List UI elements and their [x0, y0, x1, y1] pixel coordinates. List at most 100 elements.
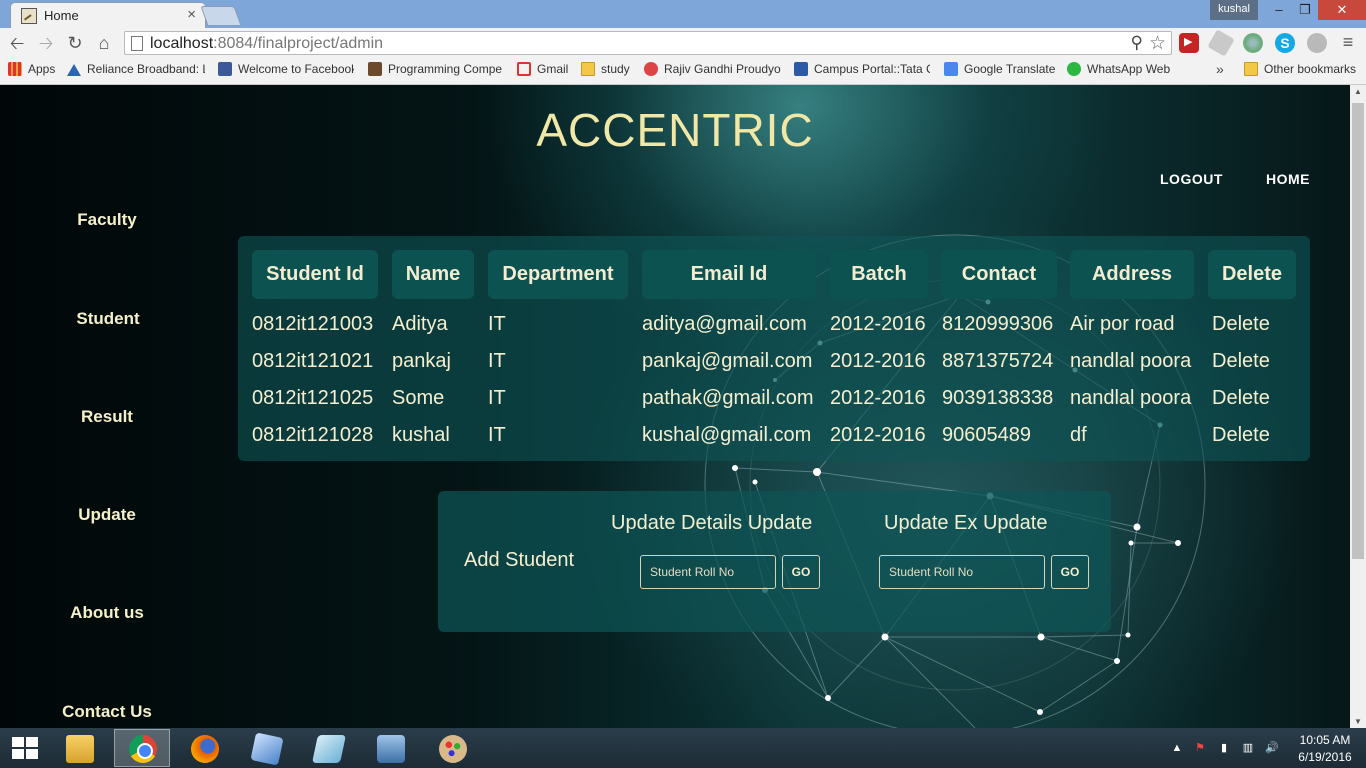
bookmark-other[interactable]: Other bookmarks: [1244, 62, 1362, 80]
cell-batch: 2012-2016: [830, 387, 926, 409]
browser-titlebar: Home × kushal – ❐ ✕: [0, 0, 1366, 28]
bookmark-campus-portal[interactable]: Campus Portal::Tata C: [794, 62, 930, 80]
back-icon[interactable]: 🡠: [6, 32, 28, 54]
page-icon: [131, 36, 143, 51]
page-scrollbar[interactable]: ▲ ▼: [1350, 85, 1366, 728]
cell-address: df: [1070, 424, 1087, 446]
delete-link[interactable]: Delete: [1212, 424, 1270, 447]
bookmark-reliance[interactable]: Reliance Broadband: L: [67, 62, 205, 80]
sidebar-item-update[interactable]: Update: [0, 505, 214, 525]
extension-red-icon[interactable]: [1179, 33, 1199, 53]
profile-badge[interactable]: kushal: [1210, 0, 1258, 20]
cell-email: pathak@gmail.com: [642, 387, 814, 409]
scroll-thumb[interactable]: [1352, 103, 1364, 559]
sidebar-item-faculty[interactable]: Faculty: [0, 210, 214, 230]
update-details-title: Update Details Update: [611, 512, 813, 534]
update-ex-roll-input[interactable]: [879, 555, 1045, 589]
cell-address: Air por road: [1070, 313, 1175, 335]
scroll-down-icon[interactable]: ▼: [1350, 717, 1366, 726]
address-bar[interactable]: localhost:8084/finalproject/admin ⚲ ☆: [124, 31, 1172, 55]
browser-tab[interactable]: Home ×: [10, 2, 206, 28]
cell-department: IT: [488, 313, 506, 335]
taskbar-file-explorer[interactable]: [51, 729, 107, 767]
bookmark-facebook[interactable]: Welcome to Facebook: [218, 62, 354, 80]
tray-network-icon[interactable]: ▥: [1241, 741, 1255, 755]
url-text[interactable]: localhost:8084/finalproject/admin: [150, 35, 383, 53]
bookmark-rgpv[interactable]: Rajiv Gandhi Proudyo: [644, 62, 782, 80]
tab-close-icon[interactable]: ×: [187, 6, 196, 23]
windows-start-icon[interactable]: [10, 736, 38, 760]
remote-desktop-icon: [377, 735, 405, 763]
add-student-link[interactable]: Add Student: [464, 549, 574, 572]
notes-icon: [312, 735, 346, 763]
bookmark-google-translate[interactable]: Google Translate: [944, 62, 1060, 80]
bookmark-whatsapp[interactable]: WhatsApp Web: [1067, 62, 1173, 80]
tray-power-icon[interactable]: ▮: [1217, 741, 1231, 755]
column-header-student-id: Student Id: [252, 250, 378, 299]
update-details-go-button[interactable]: GO: [782, 555, 820, 589]
taskbar-paint[interactable]: [424, 729, 480, 767]
column-header-name: Name: [392, 250, 474, 299]
cell-email: pankaj@gmail.com: [642, 350, 813, 372]
gmail-icon: [517, 62, 531, 76]
delete-link[interactable]: Delete: [1212, 313, 1270, 336]
cell-address: nandlal poora: [1070, 387, 1192, 409]
tray-volume-icon[interactable]: 🔊: [1265, 741, 1279, 755]
delete-link[interactable]: Delete: [1212, 387, 1270, 410]
home-icon[interactable]: ⌂: [93, 32, 115, 54]
bookmarks-overflow-icon[interactable]: »: [1216, 61, 1224, 77]
update-ex-go-button[interactable]: GO: [1051, 555, 1089, 589]
extension-eye-icon[interactable]: [1307, 33, 1327, 53]
reload-icon[interactable]: ↻: [64, 32, 86, 54]
home-link[interactable]: HOME: [1266, 171, 1310, 187]
column-header-email: Email Id: [642, 250, 816, 299]
cell-batch: 2012-2016: [830, 350, 926, 372]
new-tab-button[interactable]: [200, 6, 242, 26]
window-close-icon[interactable]: ✕: [1318, 0, 1366, 20]
taskbar-remote-desktop[interactable]: [362, 729, 418, 767]
forward-icon[interactable]: 🡢: [35, 32, 57, 54]
taskbar-notes[interactable]: [300, 729, 356, 767]
url-path: :8084/finalproject/admin: [213, 35, 384, 52]
column-header-batch: Batch: [830, 250, 928, 299]
sidebar-item-result[interactable]: Result: [0, 407, 214, 427]
codechef-icon: [368, 62, 382, 76]
cell-address: nandlal poora: [1070, 350, 1192, 372]
column-header-contact: Contact: [941, 250, 1057, 299]
student-table: Student Id Name Department Email Id Batc…: [238, 236, 1310, 461]
cell-contact: 90605489: [942, 424, 1031, 446]
delete-link[interactable]: Delete: [1212, 350, 1270, 373]
update-details-roll-input[interactable]: [640, 555, 776, 589]
bookmark-study[interactable]: study: [581, 62, 637, 80]
extension-globe-icon[interactable]: [1243, 33, 1263, 53]
taskbar-chrome[interactable]: [114, 729, 170, 767]
taskbar-firefox[interactable]: [176, 729, 232, 767]
sidebar-item-student[interactable]: Student: [1, 309, 215, 329]
cell-name: kushal: [392, 424, 450, 446]
star-icon[interactable]: ☆: [1149, 32, 1166, 55]
maximize-icon[interactable]: ❐: [1292, 0, 1318, 20]
sidebar-item-about-us[interactable]: About us: [0, 603, 214, 623]
google-translate-icon: [944, 62, 958, 76]
column-header-delete: Delete: [1208, 250, 1296, 299]
skype-icon[interactable]: S: [1275, 33, 1295, 53]
taskbar-virtualbox[interactable]: [238, 729, 294, 767]
bookmarks-bar: Apps Reliance Broadband: L Welcome to Fa…: [0, 58, 1366, 85]
clock-time[interactable]: 10:05 AM: [1294, 733, 1356, 747]
bookmark-programming[interactable]: Programming Compe: [368, 62, 502, 80]
scroll-up-icon[interactable]: ▲: [1350, 87, 1366, 96]
logout-link[interactable]: LOGOUT: [1160, 171, 1223, 187]
sidebar-item-contact-us[interactable]: Contact Us: [0, 702, 214, 722]
update-ex-title: Update Ex Update: [884, 512, 1048, 534]
tray-overflow-icon[interactable]: ▲: [1170, 741, 1184, 755]
tray-flag-icon[interactable]: ⚑: [1193, 741, 1207, 755]
cell-contact: 8871375724: [942, 350, 1054, 372]
cell-department: IT: [488, 424, 506, 446]
bookmark-apps[interactable]: Apps: [8, 62, 58, 80]
menu-icon[interactable]: ≡: [1338, 32, 1358, 52]
bookmark-gmail[interactable]: Gmail: [517, 62, 573, 80]
clock-date[interactable]: 6/19/2016: [1294, 750, 1356, 764]
minimize-icon[interactable]: –: [1266, 0, 1292, 20]
search-icon[interactable]: ⚲: [1131, 33, 1143, 53]
cell-department: IT: [488, 387, 506, 409]
